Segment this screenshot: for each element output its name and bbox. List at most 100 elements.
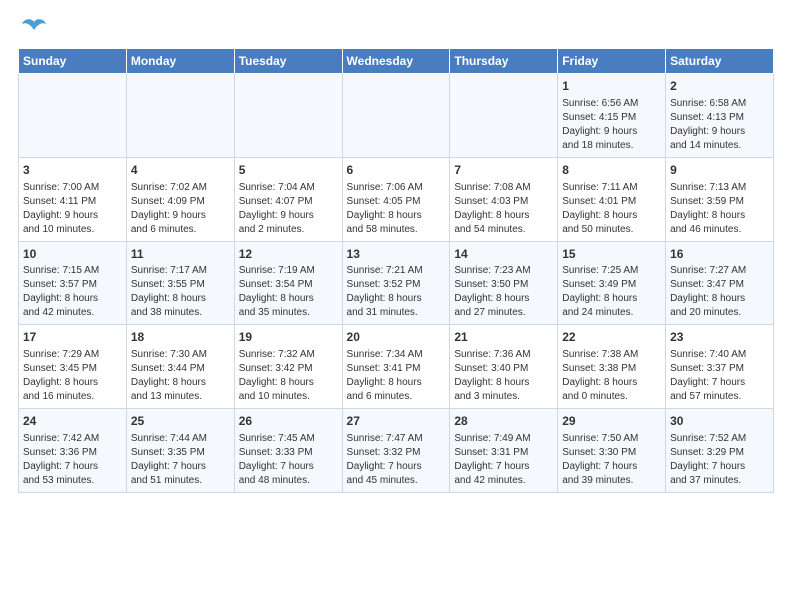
header	[18, 18, 774, 40]
day-number: 12	[239, 246, 338, 263]
day-number: 18	[131, 329, 230, 346]
day-info: Sunrise: 7:04 AM Sunset: 4:07 PM Dayligh…	[239, 181, 338, 237]
day-info: Sunrise: 6:56 AM Sunset: 4:15 PM Dayligh…	[562, 97, 661, 153]
logo	[18, 18, 48, 40]
day-info: Sunrise: 7:38 AM Sunset: 3:38 PM Dayligh…	[562, 348, 661, 404]
calendar-cell: 1 Sunrise: 6:56 AM Sunset: 4:15 PM Daylig…	[558, 74, 666, 158]
calendar-cell: 10Sunrise: 7:15 AM Sunset: 3:57 PM Dayli…	[19, 241, 127, 325]
day-info: Sunrise: 7:25 AM Sunset: 3:49 PM Dayligh…	[562, 264, 661, 320]
day-info: Sunrise: 7:13 AM Sunset: 3:59 PM Dayligh…	[670, 181, 769, 237]
day-info: Sunrise: 7:11 AM Sunset: 4:01 PM Dayligh…	[562, 181, 661, 237]
calendar-cell: 17 Sunrise: 7:29 AM Sunset: 3:45 PM Dayli…	[19, 325, 127, 409]
day-info: Sunrise: 7:15 AM Sunset: 3:57 PM Dayligh…	[23, 264, 122, 320]
calendar-cell: 13Sunrise: 7:21 AM Sunset: 3:52 PM Dayli…	[342, 241, 450, 325]
day-info: Sunrise: 7:02 AM Sunset: 4:09 PM Dayligh…	[131, 181, 230, 237]
day-number: 13	[347, 246, 446, 263]
day-number: 5	[239, 162, 338, 179]
calendar-cell: 18 Sunrise: 7:30 AM Sunset: 3:44 PM Dayli…	[126, 325, 234, 409]
page: Sunday Monday Tuesday Wednesday Thursday…	[0, 0, 792, 612]
day-number: 29	[562, 413, 661, 430]
calendar-cell: 22 Sunrise: 7:38 AM Sunset: 3:38 PM Dayli…	[558, 325, 666, 409]
calendar-cell	[234, 74, 342, 158]
calendar-table: Sunday Monday Tuesday Wednesday Thursday…	[18, 48, 774, 493]
day-info: Sunrise: 7:45 AM Sunset: 3:33 PM Dayligh…	[239, 432, 338, 488]
calendar-cell: 4 Sunrise: 7:02 AM Sunset: 4:09 PM Daylig…	[126, 157, 234, 241]
day-number: 3	[23, 162, 122, 179]
day-info: Sunrise: 7:40 AM Sunset: 3:37 PM Dayligh…	[670, 348, 769, 404]
day-info: Sunrise: 7:27 AM Sunset: 3:47 PM Dayligh…	[670, 264, 769, 320]
day-number: 20	[347, 329, 446, 346]
calendar-cell: 24 Sunrise: 7:42 AM Sunset: 3:36 PM Dayli…	[19, 409, 127, 493]
day-number: 6	[347, 162, 446, 179]
day-info: Sunrise: 7:19 AM Sunset: 3:54 PM Dayligh…	[239, 264, 338, 320]
calendar-cell: 25 Sunrise: 7:44 AM Sunset: 3:35 PM Dayli…	[126, 409, 234, 493]
calendar-cell: 26 Sunrise: 7:45 AM Sunset: 3:33 PM Dayli…	[234, 409, 342, 493]
day-info: Sunrise: 7:29 AM Sunset: 3:45 PM Dayligh…	[23, 348, 122, 404]
col-friday: Friday	[558, 49, 666, 74]
calendar-cell: 2Sunrise: 6:58 AM Sunset: 4:13 PM Daylig…	[666, 74, 774, 158]
calendar-cell: 15Sunrise: 7:25 AM Sunset: 3:49 PM Dayli…	[558, 241, 666, 325]
day-info: Sunrise: 7:34 AM Sunset: 3:41 PM Dayligh…	[347, 348, 446, 404]
calendar-cell: 5 Sunrise: 7:04 AM Sunset: 4:07 PM Daylig…	[234, 157, 342, 241]
calendar-cell	[126, 74, 234, 158]
logo-bird-icon	[20, 18, 48, 40]
calendar-cell: 7 Sunrise: 7:08 AM Sunset: 4:03 PM Daylig…	[450, 157, 558, 241]
day-number: 21	[454, 329, 553, 346]
header-row: Sunday Monday Tuesday Wednesday Thursday…	[19, 49, 774, 74]
day-number: 25	[131, 413, 230, 430]
day-number: 28	[454, 413, 553, 430]
calendar-week-2: 3 Sunrise: 7:00 AM Sunset: 4:11 PM Daylig…	[19, 157, 774, 241]
col-monday: Monday	[126, 49, 234, 74]
calendar-cell: 30 Sunrise: 7:52 AM Sunset: 3:29 PM Dayli…	[666, 409, 774, 493]
calendar-cell	[450, 74, 558, 158]
day-info: Sunrise: 7:50 AM Sunset: 3:30 PM Dayligh…	[562, 432, 661, 488]
day-number: 1	[562, 78, 661, 95]
col-tuesday: Tuesday	[234, 49, 342, 74]
day-number: 10	[23, 246, 122, 263]
calendar-cell: 27Sunrise: 7:47 AM Sunset: 3:32 PM Dayli…	[342, 409, 450, 493]
day-info: Sunrise: 7:08 AM Sunset: 4:03 PM Dayligh…	[454, 181, 553, 237]
day-number: 30	[670, 413, 769, 430]
calendar-body: 1 Sunrise: 6:56 AM Sunset: 4:15 PM Daylig…	[19, 74, 774, 493]
day-info: Sunrise: 7:44 AM Sunset: 3:35 PM Dayligh…	[131, 432, 230, 488]
day-number: 4	[131, 162, 230, 179]
calendar-cell: 21 Sunrise: 7:36 AM Sunset: 3:40 PM Dayli…	[450, 325, 558, 409]
calendar-cell: 16Sunrise: 7:27 AM Sunset: 3:47 PM Dayli…	[666, 241, 774, 325]
calendar-week-1: 1 Sunrise: 6:56 AM Sunset: 4:15 PM Daylig…	[19, 74, 774, 158]
day-number: 14	[454, 246, 553, 263]
day-info: Sunrise: 7:17 AM Sunset: 3:55 PM Dayligh…	[131, 264, 230, 320]
day-number: 8	[562, 162, 661, 179]
day-info: Sunrise: 6:58 AM Sunset: 4:13 PM Dayligh…	[670, 97, 769, 153]
day-info: Sunrise: 7:00 AM Sunset: 4:11 PM Dayligh…	[23, 181, 122, 237]
day-info: Sunrise: 7:30 AM Sunset: 3:44 PM Dayligh…	[131, 348, 230, 404]
day-info: Sunrise: 7:42 AM Sunset: 3:36 PM Dayligh…	[23, 432, 122, 488]
day-number: 22	[562, 329, 661, 346]
day-info: Sunrise: 7:52 AM Sunset: 3:29 PM Dayligh…	[670, 432, 769, 488]
col-wednesday: Wednesday	[342, 49, 450, 74]
col-thursday: Thursday	[450, 49, 558, 74]
day-info: Sunrise: 7:21 AM Sunset: 3:52 PM Dayligh…	[347, 264, 446, 320]
day-info: Sunrise: 7:49 AM Sunset: 3:31 PM Dayligh…	[454, 432, 553, 488]
calendar-cell: 12Sunrise: 7:19 AM Sunset: 3:54 PM Dayli…	[234, 241, 342, 325]
col-sunday: Sunday	[19, 49, 127, 74]
day-number: 23	[670, 329, 769, 346]
day-number: 7	[454, 162, 553, 179]
day-info: Sunrise: 7:23 AM Sunset: 3:50 PM Dayligh…	[454, 264, 553, 320]
day-number: 26	[239, 413, 338, 430]
calendar-cell: 3 Sunrise: 7:00 AM Sunset: 4:11 PM Daylig…	[19, 157, 127, 241]
day-number: 15	[562, 246, 661, 263]
day-info: Sunrise: 7:36 AM Sunset: 3:40 PM Dayligh…	[454, 348, 553, 404]
day-number: 24	[23, 413, 122, 430]
calendar-cell: 29 Sunrise: 7:50 AM Sunset: 3:30 PM Dayli…	[558, 409, 666, 493]
day-number: 19	[239, 329, 338, 346]
calendar-week-3: 10Sunrise: 7:15 AM Sunset: 3:57 PM Dayli…	[19, 241, 774, 325]
day-info: Sunrise: 7:32 AM Sunset: 3:42 PM Dayligh…	[239, 348, 338, 404]
logo-area	[18, 18, 48, 40]
day-info: Sunrise: 7:06 AM Sunset: 4:05 PM Dayligh…	[347, 181, 446, 237]
day-number: 17	[23, 329, 122, 346]
calendar-cell	[19, 74, 127, 158]
col-saturday: Saturday	[666, 49, 774, 74]
day-number: 9	[670, 162, 769, 179]
calendar-cell: 23 Sunrise: 7:40 AM Sunset: 3:37 PM Dayli…	[666, 325, 774, 409]
calendar-cell: 14Sunrise: 7:23 AM Sunset: 3:50 PM Dayli…	[450, 241, 558, 325]
